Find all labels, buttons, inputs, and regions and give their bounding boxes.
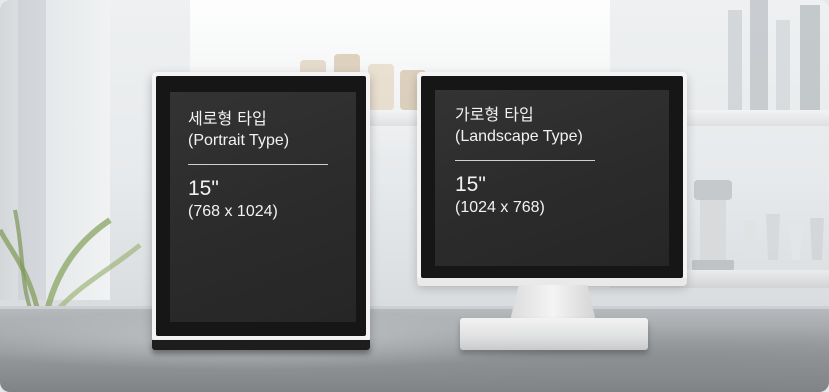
landscape-resolution: (1024 x 768) xyxy=(455,199,545,216)
mixer-image xyxy=(692,180,734,270)
landscape-label: 가로형 타입 (Landscape Type) 15" (1024 x 768) xyxy=(455,104,595,219)
portrait-resolution: (768 x 1024) xyxy=(188,203,278,220)
landscape-size: 15" xyxy=(455,173,486,196)
portrait-base xyxy=(152,340,370,350)
landscape-chin xyxy=(417,278,687,286)
landscape-pos-device: 가로형 타입 (Landscape Type) 15" (1024 x 768) xyxy=(417,72,687,284)
landscape-type-korean: 가로형 타입 xyxy=(455,105,534,124)
landscape-screen: 가로형 타입 (Landscape Type) 15" (1024 x 768) xyxy=(435,90,669,266)
landscape-divider xyxy=(455,160,595,161)
countertop xyxy=(0,306,829,392)
portrait-bezel: 세로형 타입 (Portrait Type) 15" (768 x 1024) xyxy=(156,76,366,336)
portrait-type-english: (Portrait Type) xyxy=(188,132,290,149)
portrait-label: 세로형 타입 (Portrait Type) 15" (768 x 1024) xyxy=(188,108,328,223)
plant-image xyxy=(0,209,142,320)
landscape-stand-base xyxy=(460,318,648,350)
portrait-screen: 세로형 타입 (Portrait Type) 15" (768 x 1024) xyxy=(170,92,356,322)
countertop-edge xyxy=(0,306,829,309)
bottles-image xyxy=(728,0,820,110)
landscape-stand-neck xyxy=(510,285,596,321)
glasses-image xyxy=(744,214,824,260)
landscape-bezel: 가로형 타입 (Landscape Type) 15" (1024 x 768) xyxy=(421,76,683,278)
landscape-type-english: (Landscape Type) xyxy=(455,128,583,145)
portrait-size: 15" xyxy=(188,177,219,200)
portrait-type-korean: 세로형 타입 xyxy=(188,109,267,128)
product-banner: 세로형 타입 (Portrait Type) 15" (768 x 1024) … xyxy=(0,0,829,392)
portrait-pos-device: 세로형 타입 (Portrait Type) 15" (768 x 1024) xyxy=(152,72,370,342)
portrait-divider xyxy=(188,164,328,165)
